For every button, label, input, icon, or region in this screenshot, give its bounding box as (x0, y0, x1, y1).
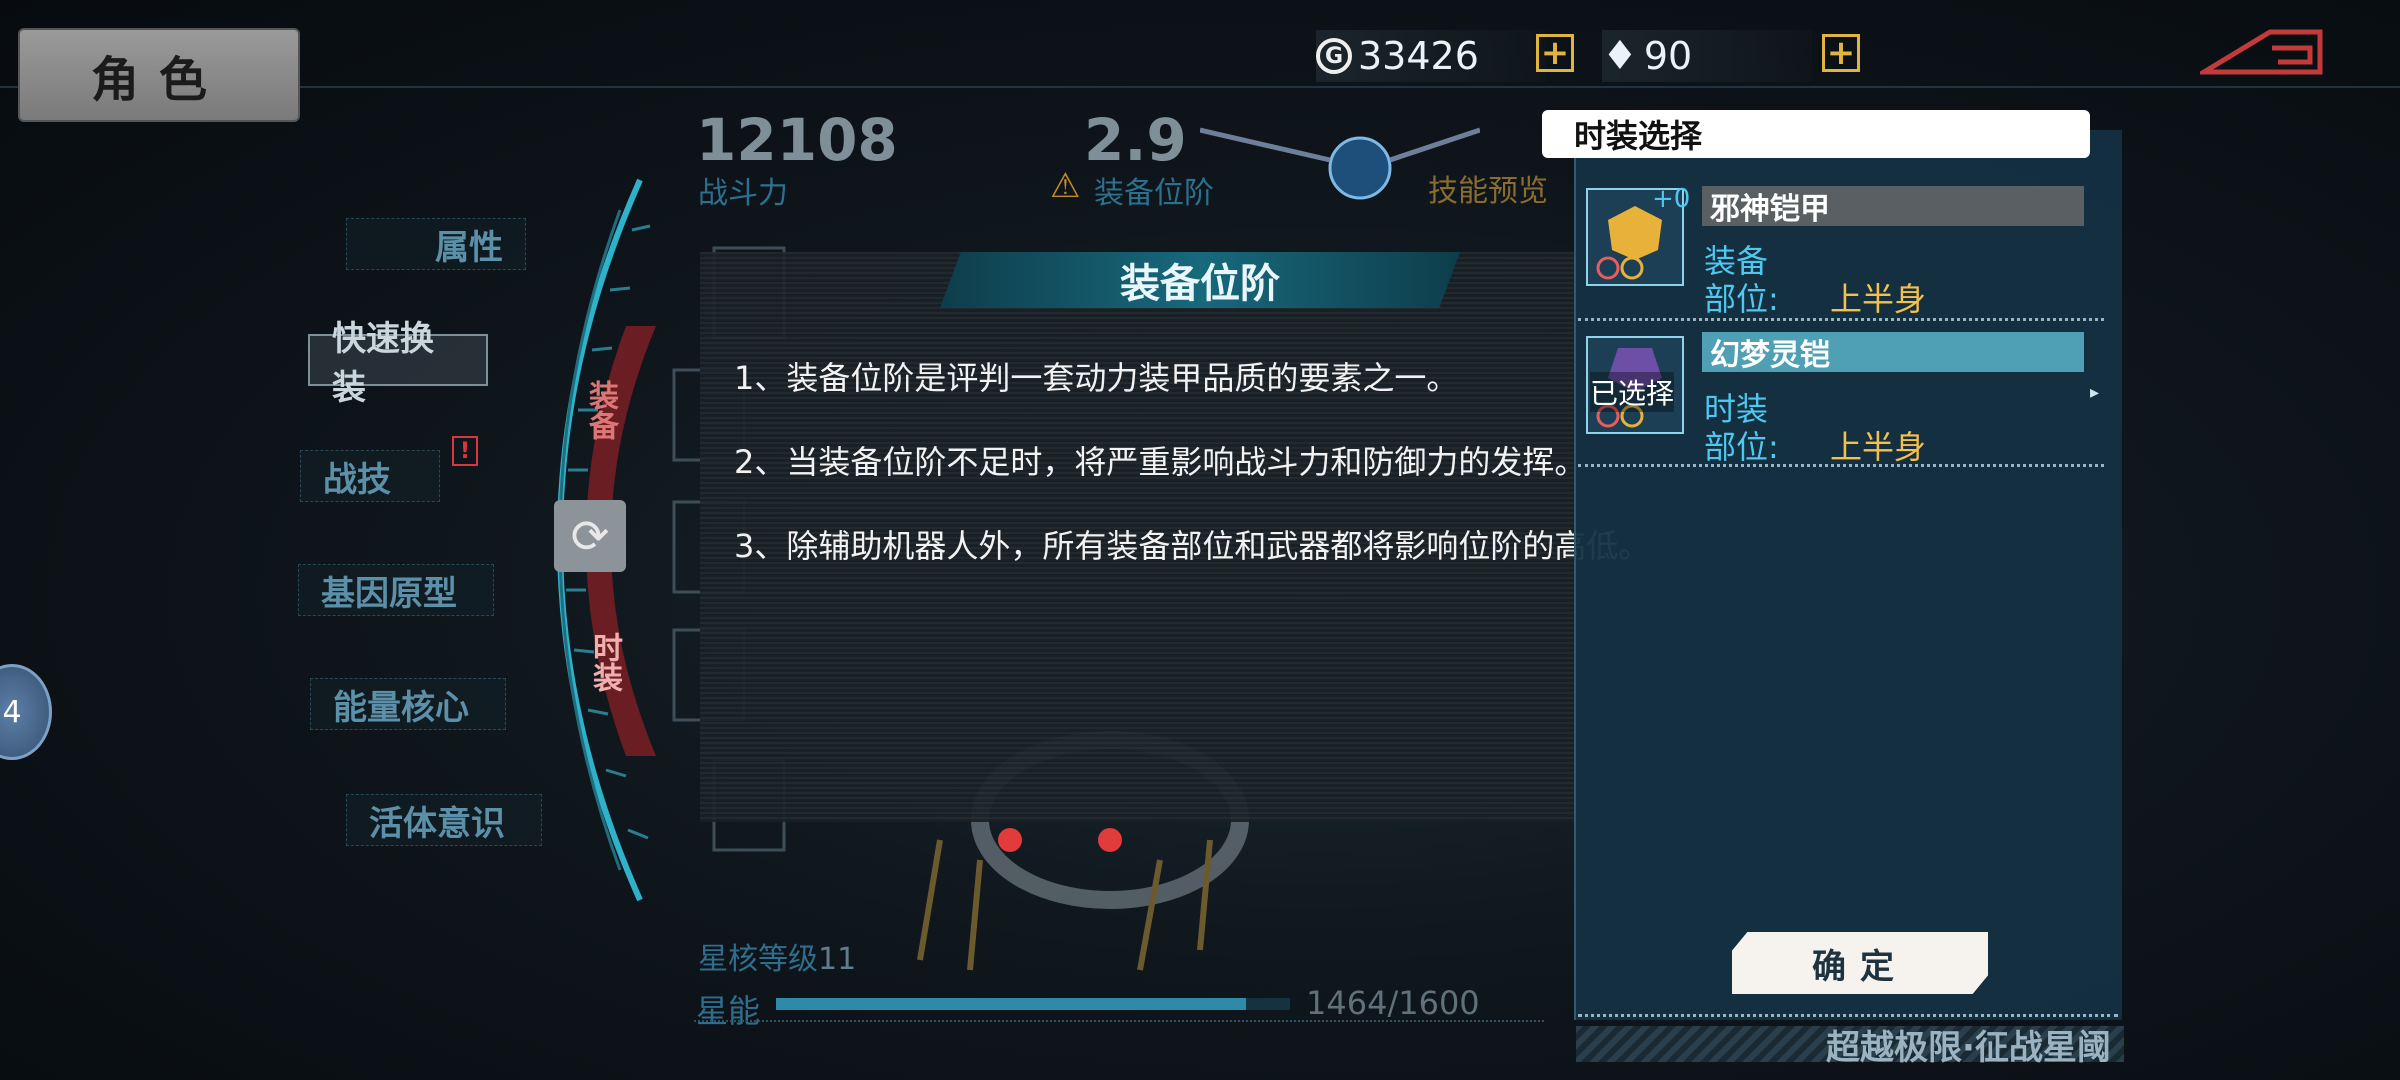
star-energy-bar (776, 998, 1290, 1010)
skill-preview-button[interactable]: 技能预览 (1428, 166, 1548, 210)
page-title: 角色 (18, 28, 300, 122)
warning-icon: ⚠ (1050, 166, 1081, 206)
chevron-right-icon: ▸ (2090, 382, 2100, 403)
menu-living-consciousness[interactable]: 活体意识 (346, 794, 542, 846)
menu-quick-change[interactable]: 快速换装 (308, 319, 488, 408)
selected-label: 已选择 (1590, 372, 1675, 412)
menu-combat-skills[interactable]: 战技 (300, 450, 440, 502)
gem-amount: 90 (1643, 34, 1693, 78)
diamond-icon: ♦ (1602, 33, 1638, 79)
side-tab-costume[interactable]: 时装 (586, 632, 626, 692)
confirm-button[interactable]: 确定 (1732, 932, 1988, 994)
star-core-level: 星核等级11 (698, 934, 856, 978)
menu-attributes[interactable]: 属性 (346, 218, 526, 270)
separator (694, 1020, 1544, 1022)
menu-energy-core[interactable]: 能量核心 (310, 678, 506, 730)
costume-item-1-name[interactable]: 邪神铠甲 (1702, 186, 2084, 227)
costume-item-1-slot-label: 部位: (1704, 280, 1779, 318)
info-line-2: 2、当装备位阶不足时，将严重影响战斗力和防御力的发挥。 (734, 443, 1587, 481)
costume-item-1-plus: +0 (1652, 184, 1691, 214)
gem-counter: ♦ 90 (1602, 30, 1812, 82)
costume-panel-title: 时装选择 (1542, 110, 2090, 158)
info-line-1: 1、装备位阶是评判一套动力装甲品质的要素之一。 (734, 359, 1459, 397)
add-gold-button[interactable]: + (1536, 34, 1574, 72)
menu-gene-prototype[interactable]: 基因原型 (298, 564, 494, 616)
costume-item-2-slot-label: 部位: (1704, 428, 1779, 466)
info-popup-title: 装备位阶 (940, 252, 1460, 308)
costume-item-2-name[interactable]: 幻梦灵铠 (1702, 332, 2084, 373)
side-tab-equip[interactable]: 装备 (582, 380, 622, 440)
gold-counter: G 33426 (1316, 30, 1546, 82)
separator (1578, 464, 2104, 467)
separator (1578, 1014, 2118, 1017)
star-core-level-label: 星核等级 (698, 942, 818, 977)
slogan: 超越极限·征战星阈 (1826, 1028, 2111, 1068)
back-icon[interactable] (2195, 28, 2326, 76)
level-badge[interactable]: 4 (0, 664, 52, 760)
star-core-level-value: 11 (818, 942, 857, 977)
costume-item-1-slot-value: 上半身 (1830, 280, 1927, 318)
star-energy-fill (776, 998, 1247, 1010)
top-divider (0, 86, 2400, 88)
alert-badge: ! (452, 436, 478, 466)
power-value: 12108 (696, 106, 898, 174)
gold-amount: 33426 (1358, 34, 1479, 78)
gold-coin-icon: G (1316, 38, 1352, 74)
costume-item-2-slot-value: 上半身 (1830, 428, 1927, 466)
power-label: 战斗力 (698, 176, 788, 211)
add-gem-button[interactable]: + (1822, 34, 1860, 72)
star-energy-label: 星能 (696, 992, 761, 1030)
tier-value: 2.9 (1084, 106, 1187, 174)
refresh-icon[interactable]: ⟳ (554, 500, 626, 572)
tier-label[interactable]: 装备位阶 (1094, 168, 1214, 212)
info-line-3: 3、除辅助机器人外，所有装备部位和武器都将影响位阶的高低。 (734, 527, 1651, 565)
separator (1578, 318, 2104, 321)
star-energy-value: 1464/1600 (1306, 984, 1480, 1022)
